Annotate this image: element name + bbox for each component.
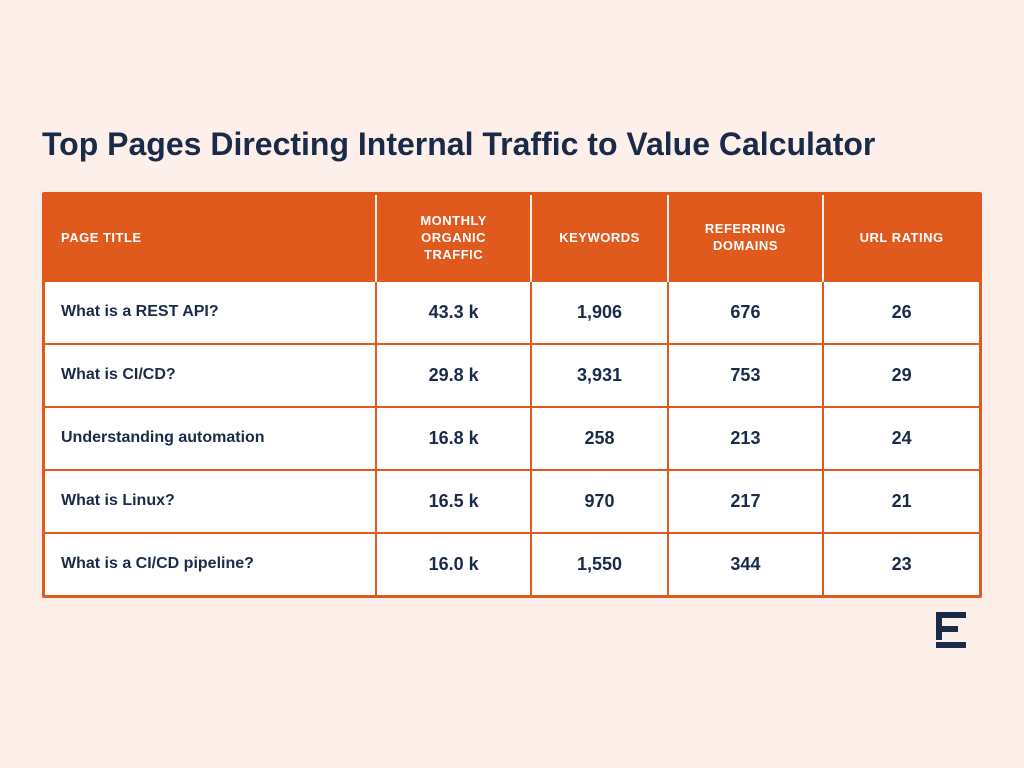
table-row: What is CI/CD?29.8 k3,93175329 [45, 344, 979, 407]
cell-page-title: What is a CI/CD pipeline? [45, 533, 376, 595]
table-wrapper: PAGE TITLE MONTHLY ORGANIC TRAFFIC KEYWO… [42, 192, 982, 598]
table-header-row: PAGE TITLE MONTHLY ORGANIC TRAFFIC KEYWO… [45, 195, 979, 282]
header-url-rating: URL RATING [823, 195, 979, 282]
table-row: What is a REST API?43.3 k1,90667626 [45, 282, 979, 344]
cell-page-title: What is CI/CD? [45, 344, 376, 407]
data-table: PAGE TITLE MONTHLY ORGANIC TRAFFIC KEYWO… [45, 195, 979, 595]
table-row: What is a CI/CD pipeline?16.0 k1,5503442… [45, 533, 979, 595]
main-container: Top Pages Directing Internal Traffic to … [22, 95, 1002, 672]
header-referring-domains: REFERRING DOMAINS [668, 195, 824, 282]
cell-monthly-traffic: 43.3 k [376, 282, 532, 344]
cell-referring-domains: 344 [668, 533, 824, 595]
logo-symbol [936, 612, 978, 653]
table-body: What is a REST API?43.3 k1,90667626What … [45, 282, 979, 595]
header-page-title: PAGE TITLE [45, 195, 376, 282]
header-monthly-traffic: MONTHLY ORGANIC TRAFFIC [376, 195, 532, 282]
cell-monthly-traffic: 16.5 k [376, 470, 532, 533]
page-title: Top Pages Directing Internal Traffic to … [42, 125, 982, 163]
cell-referring-domains: 213 [668, 407, 824, 470]
cell-referring-domains: 753 [668, 344, 824, 407]
cell-keywords: 970 [531, 470, 667, 533]
cell-url-rating: 21 [823, 470, 979, 533]
cell-monthly-traffic: 16.0 k [376, 533, 532, 595]
cell-url-rating: 26 [823, 282, 979, 344]
table-row: Understanding automation16.8 k25821324 [45, 407, 979, 470]
cell-url-rating: 23 [823, 533, 979, 595]
cell-referring-domains: 217 [668, 470, 824, 533]
table-row: What is Linux?16.5 k97021721 [45, 470, 979, 533]
cell-url-rating: 24 [823, 407, 979, 470]
cell-keywords: 258 [531, 407, 667, 470]
cell-url-rating: 29 [823, 344, 979, 407]
cell-page-title: What is Linux? [45, 470, 376, 533]
cell-monthly-traffic: 16.8 k [376, 407, 532, 470]
cell-keywords: 1,906 [531, 282, 667, 344]
header-keywords: KEYWORDS [531, 195, 667, 282]
cell-referring-domains: 676 [668, 282, 824, 344]
cell-keywords: 1,550 [531, 533, 667, 595]
cell-page-title: Understanding automation [45, 407, 376, 470]
cell-monthly-traffic: 29.8 k [376, 344, 532, 407]
cell-keywords: 3,931 [531, 344, 667, 407]
footer-logo [42, 612, 982, 653]
cell-page-title: What is a REST API? [45, 282, 376, 344]
